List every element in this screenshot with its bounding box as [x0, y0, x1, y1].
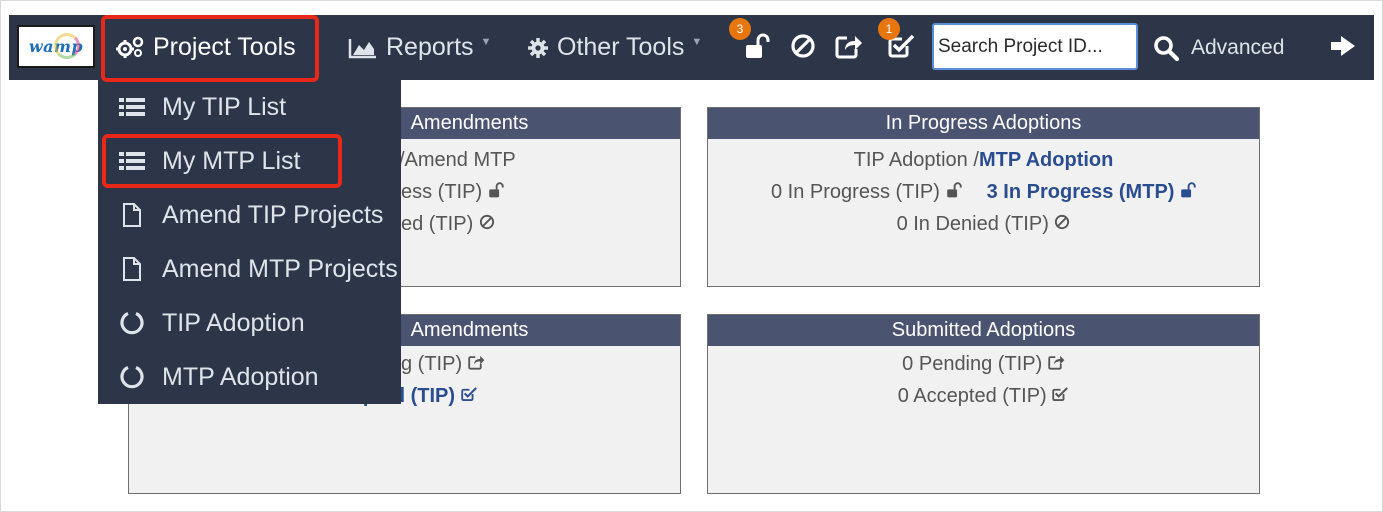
panel-line: 0 In Progress (TIP) 3 In Progress (MTP): [708, 176, 1259, 208]
highlight-my-mtp-list: [102, 134, 342, 188]
separator-text: /: [967, 149, 979, 171]
app-logo[interactable]: wamp: [17, 25, 95, 68]
in-progress-adoptions-panel: In Progress Adoptions TIP Adoption /MTP …: [707, 107, 1260, 287]
logo-ring-icon: [54, 33, 80, 59]
panel-title: Amendments: [410, 319, 529, 341]
panel-line: 0 In Denied (TIP): [708, 208, 1259, 240]
check-square-icon: [460, 385, 478, 407]
panel-line: g (TIP): [401, 348, 485, 380]
menu-item-my-tip-list[interactable]: My TIP List: [98, 80, 401, 134]
panel-line: 0 Accepted (TIP): [708, 380, 1259, 412]
panel-line-text: g (TIP): [401, 353, 463, 375]
search-project-input[interactable]: [932, 23, 1138, 70]
mtp-in-progress-link[interactable]: 3 In Progress (MTP): [987, 181, 1175, 203]
unlock-icon: [1180, 181, 1196, 203]
menu-item-label: MTP Adoption: [162, 362, 319, 391]
menu-item-tip-adoption[interactable]: TIP Adoption: [98, 296, 401, 350]
share-square-icon: [1048, 353, 1065, 375]
unlock-count-badge: 3: [729, 18, 751, 40]
gear-icon: [527, 37, 549, 59]
unlock-icon: [488, 181, 504, 203]
menu-item-label: Amend MTP Projects: [162, 254, 398, 283]
panel-line-text: ess (TIP): [401, 181, 483, 203]
panel-line: TIP Adoption /MTP Adoption: [708, 144, 1259, 176]
mtp-adoption-link[interactable]: MTP Adoption: [979, 149, 1113, 171]
panel-line: ed (TIP): [401, 208, 495, 240]
unlock-icon: [946, 181, 962, 203]
accepted-tip-text: 0 Accepted (TIP): [897, 385, 1047, 407]
file-icon: [112, 202, 152, 228]
tip-in-progress-text: 0 In Progress (TIP): [771, 181, 940, 203]
caret-down-icon: ▼: [480, 35, 492, 48]
reports-label: Reports: [386, 33, 474, 61]
other-tools-menu[interactable]: Other Tools ▼: [527, 15, 702, 80]
ban-icon: [1054, 213, 1070, 235]
advanced-label: Advanced: [1191, 35, 1285, 59]
panel-line: 0 Pending (TIP): [708, 348, 1259, 380]
menu-item-mtp-adoption[interactable]: MTP Adoption: [98, 350, 401, 404]
sign-out-icon[interactable]: [1327, 29, 1359, 63]
list-icon: [112, 97, 152, 117]
menu-item-amend-tip-projects[interactable]: Amend TIP Projects: [98, 188, 383, 242]
share-square-icon[interactable]: [833, 29, 865, 63]
panel-title: Amendments: [410, 112, 529, 134]
reports-menu[interactable]: Reports ▼: [348, 15, 491, 80]
check-square-icon: [1052, 385, 1069, 407]
panel-header: Submitted Adoptions: [708, 315, 1259, 346]
panel-header: In Progress Adoptions: [708, 108, 1259, 139]
menu-item-label: Amend TIP Projects: [162, 200, 384, 229]
page-frame: wamp Project Tools Reports ▼ Other Tools…: [0, 0, 1383, 512]
circle-notch-icon: [112, 310, 152, 336]
search-icon: [1153, 35, 1179, 61]
menu-item-amend-mtp-projects[interactable]: Amend MTP Projects: [98, 242, 398, 296]
tip-denied-text: 0 In Denied (TIP): [896, 213, 1049, 235]
submitted-adoptions-panel: Submitted Adoptions 0 Pending (TIP) 0 Ac…: [707, 314, 1260, 494]
advanced-search-link[interactable]: Advanced: [1153, 15, 1284, 80]
check-count-badge: 1: [878, 18, 900, 40]
panel-line: ess (TIP): [401, 176, 504, 208]
pending-tip-text: 0 Pending (TIP): [902, 353, 1043, 375]
ban-icon[interactable]: [787, 29, 819, 63]
file-icon: [112, 256, 152, 282]
area-chart-icon: [348, 37, 378, 59]
circle-notch-icon: [112, 364, 152, 390]
tip-adoption-text: TIP Adoption: [853, 149, 968, 171]
share-square-icon: [467, 353, 485, 375]
highlight-project-tools: [101, 15, 319, 82]
ban-icon: [479, 213, 495, 235]
menu-item-label: My TIP List: [162, 92, 287, 121]
panel-line: /Amend MTP: [399, 149, 516, 171]
project-tools-dropdown: My TIP List My MTP List Amend TIP Projec…: [98, 80, 401, 404]
panel-line-text: ed (TIP): [401, 213, 474, 235]
caret-down-icon: ▼: [691, 35, 703, 48]
other-tools-label: Other Tools: [557, 33, 685, 61]
menu-item-label: TIP Adoption: [162, 308, 305, 337]
